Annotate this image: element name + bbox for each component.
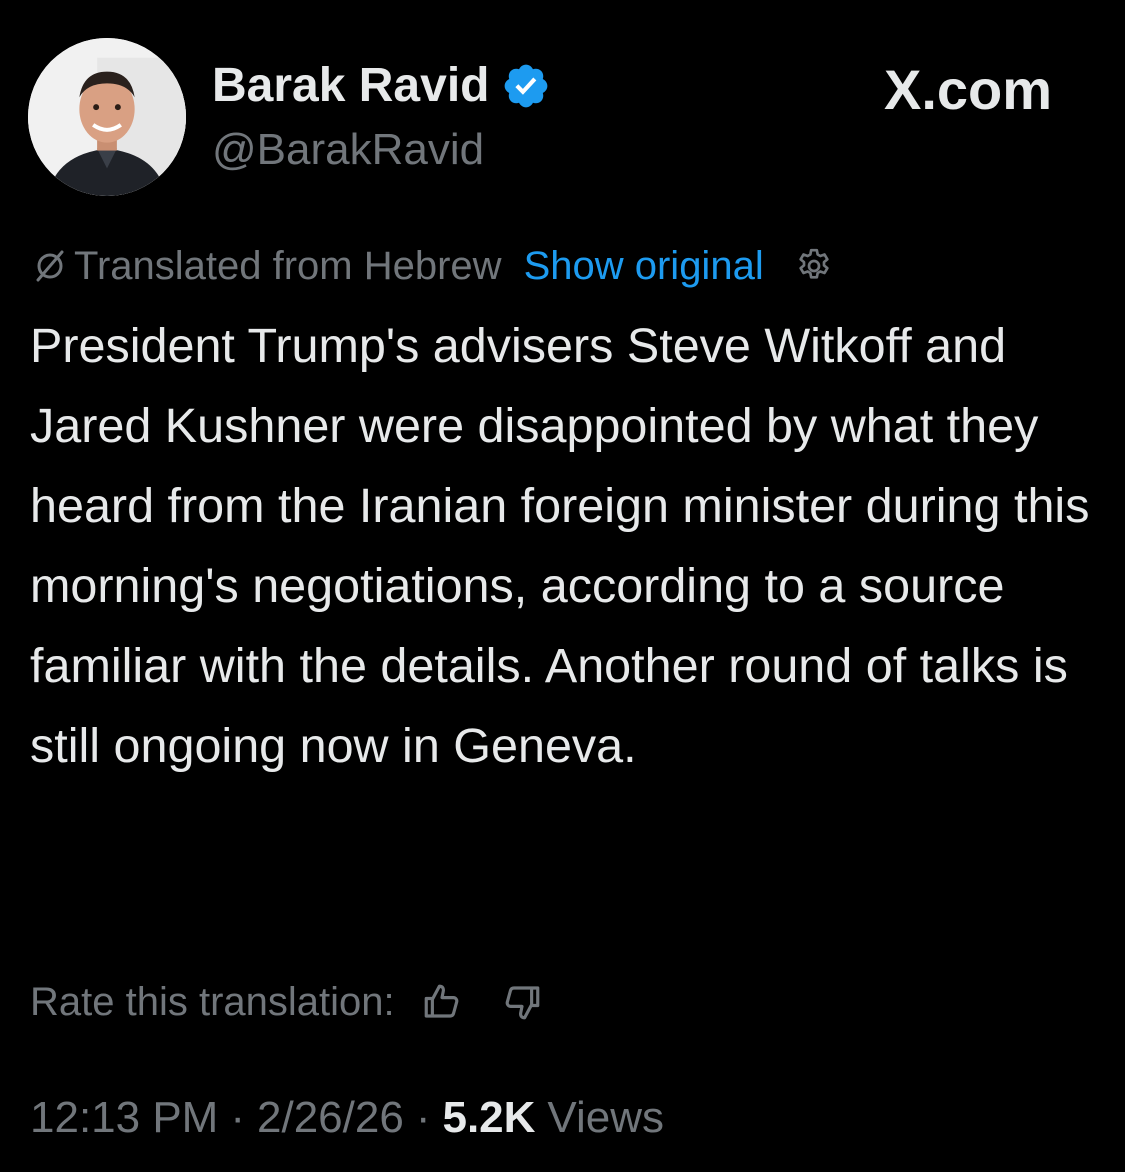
author-display-name[interactable]: Barak Ravid bbox=[212, 56, 489, 116]
thumbs-up-icon[interactable] bbox=[421, 981, 463, 1023]
thumbs-down-icon[interactable] bbox=[501, 981, 543, 1023]
author-handle[interactable]: @BarakRavid bbox=[212, 122, 484, 178]
views-count: 5.2K bbox=[442, 1093, 536, 1142]
rate-translation-label: Rate this translation: bbox=[30, 979, 395, 1024]
tweet-time[interactable]: 12:13 PM bbox=[30, 1093, 218, 1143]
translated-from-label: Translated from Hebrew bbox=[74, 243, 502, 288]
brand-label: X.com bbox=[884, 58, 1053, 121]
show-original-link[interactable]: Show original bbox=[524, 244, 764, 289]
profile-photo bbox=[28, 38, 186, 196]
tweet-date[interactable]: 2/26/26 bbox=[257, 1093, 404, 1143]
tweet-meta: 12:13 PM · 2/26/26 · 5.2K Views bbox=[30, 1088, 664, 1148]
verified-badge-icon[interactable] bbox=[501, 61, 551, 111]
gear-icon[interactable] bbox=[794, 246, 834, 286]
meta-separator: · bbox=[415, 1093, 431, 1142]
views-label: Views bbox=[547, 1093, 664, 1142]
avatar[interactable] bbox=[28, 38, 186, 196]
rate-translation-row: Rate this translation: bbox=[30, 972, 543, 1032]
translate-icon bbox=[30, 246, 70, 286]
meta-separator: · bbox=[230, 1093, 245, 1142]
translation-bar: Translated from Hebrew Show original bbox=[30, 238, 834, 294]
tweet-text: President Trump's advisers Steve Witkoff… bbox=[30, 319, 1090, 773]
author-name-row: Barak Ravid bbox=[212, 56, 551, 116]
